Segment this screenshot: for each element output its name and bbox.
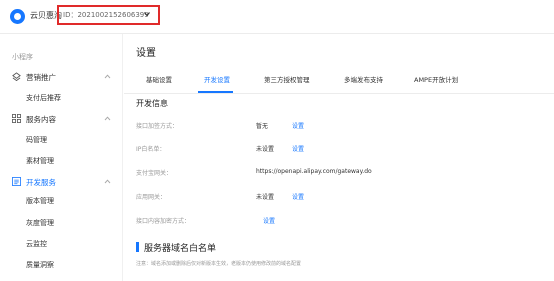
app-logo-icon xyxy=(10,9,25,24)
sidebar-section-dev-service[interactable]: 开发服务 xyxy=(0,174,123,190)
row-value-ip-whitelist: 未设置 xyxy=(256,146,275,153)
page-title: 设置 xyxy=(136,48,156,59)
row-label-ip-whitelist: IP白名单： xyxy=(136,146,166,153)
row-value-sign-method: 暂无 xyxy=(256,123,269,130)
sidebar-item-gray-release[interactable]: 灰度管理 xyxy=(26,218,54,228)
chevron-down-icon[interactable] xyxy=(144,11,150,17)
sidebar-item-code-management[interactable]: 码管理 xyxy=(26,135,47,145)
row-label-encryption-method: 接口内容加密方式： xyxy=(136,218,191,225)
main-content: 设置 基础设置 开发设置 第三方授权管理 多端发布支持 AMPE开放计划 开发信… xyxy=(124,34,554,281)
settings-tabs: 基础设置 开发设置 第三方授权管理 多端发布支持 AMPE开放计划 xyxy=(124,70,554,94)
sidebar-section-label: 开发服务 xyxy=(26,178,56,187)
dev-info-title: 开发信息 xyxy=(136,99,168,108)
sidebar-item-material-management[interactable]: 素材管理 xyxy=(26,156,54,166)
row-label-app-gateway: 应用网关： xyxy=(136,194,167,201)
sidebar-section-label: 营销推广 xyxy=(26,73,56,82)
sidebar-group-label: 小程序 xyxy=(12,53,33,61)
row-value-alipay-gateway: https://openapi.alipay.com/gateway.do xyxy=(256,168,372,175)
sidebar-section-label: 服务内容 xyxy=(26,115,56,124)
sidebar-section-marketing[interactable]: 营销推广 xyxy=(0,69,123,85)
tab-basic-settings[interactable]: 基础设置 xyxy=(146,74,172,84)
server-domain-whitelist-title: 服务器域名白名单 xyxy=(144,244,217,254)
server-domain-whitelist-note: 注意：域名添加或删除后仅对新版本生效，老版本仍使用修改前的域名配置 xyxy=(136,261,302,267)
chevron-up-icon xyxy=(104,116,111,121)
set-app-gateway-link[interactable]: 设置 xyxy=(292,192,304,201)
tab-dev-settings[interactable]: 开发设置 xyxy=(204,74,230,84)
set-ip-whitelist-link[interactable]: 设置 xyxy=(292,144,304,153)
grid-icon xyxy=(12,114,21,123)
set-sign-method-link[interactable]: 设置 xyxy=(292,121,304,130)
tab-third-party-auth[interactable]: 第三方授权管理 xyxy=(264,74,310,84)
sidebar-item-post-payment-recommend[interactable]: 支付后推荐 xyxy=(26,93,61,103)
dev-list-icon xyxy=(12,177,21,186)
row-label-sign-method: 接口加签方式： xyxy=(136,123,179,130)
top-bar: 云贝惠淘 ID：2021002152606399 xyxy=(0,0,554,34)
sidebar-item-version-management[interactable]: 版本管理 xyxy=(26,196,54,206)
chevron-up-icon xyxy=(104,179,111,184)
active-tab-indicator xyxy=(198,91,233,93)
app-id-selector[interactable]: ID：2021002152606399 xyxy=(63,10,149,20)
tab-ampe-plan[interactable]: AMPE开放计划 xyxy=(414,74,458,84)
tab-multi-platform[interactable]: 多端发布支持 xyxy=(344,74,383,84)
sidebar-section-service-content[interactable]: 服务内容 xyxy=(0,111,123,127)
sidebar-item-cloud-monitor[interactable]: 云监控 xyxy=(26,239,47,249)
sidebar-item-quality-insight[interactable]: 质量洞察 xyxy=(26,260,54,270)
set-encryption-method-link[interactable]: 设置 xyxy=(263,216,275,225)
section-accent-bar xyxy=(136,242,139,252)
marketing-icon xyxy=(12,72,21,81)
row-value-app-gateway: 未设置 xyxy=(256,194,275,201)
chevron-up-icon xyxy=(104,74,111,79)
sidebar: 小程序 营销推广 支付后推荐 服务内容 码管理 素材管理 开发服务 版本管理 灰… xyxy=(0,34,123,281)
row-label-alipay-gateway: 支付宝网关： xyxy=(136,170,173,177)
